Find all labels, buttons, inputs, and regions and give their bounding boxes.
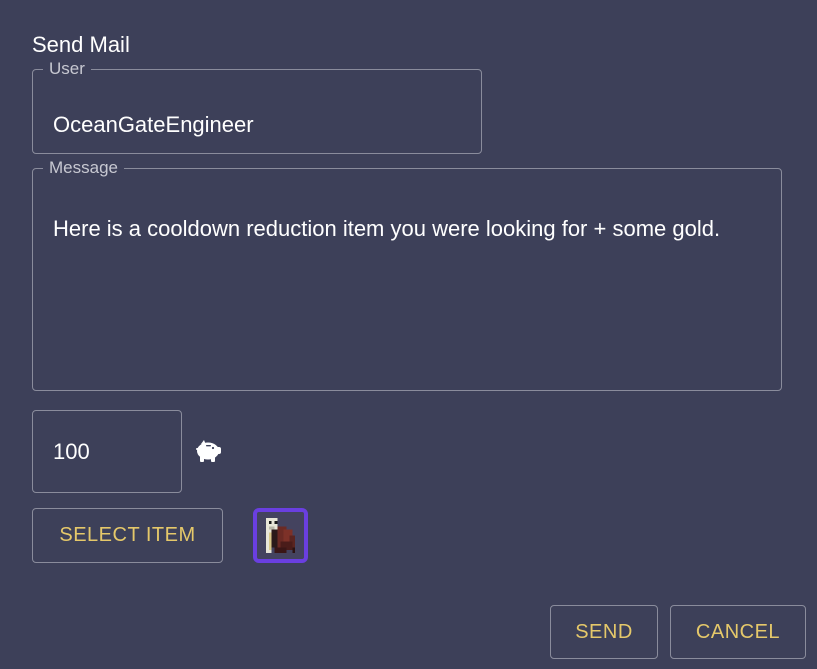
gold-amount-value[interactable]: 100 [53,439,90,465]
cancel-button[interactable]: CANCEL [670,605,806,659]
message-textarea[interactable]: Here is a cooldown reduction item you we… [53,211,753,246]
user-input[interactable]: OceanGateEngineer [53,112,254,138]
send-mail-dialog: Send Mail User OceanGateEngineer Message… [0,0,817,669]
select-item-button[interactable]: SELECT ITEM [32,508,223,563]
piggy-bank-icon [192,434,224,466]
gold-amount-input[interactable]: 100 [32,410,182,493]
cloak-item-icon [257,512,304,559]
message-field[interactable]: Message Here is a cooldown reduction ite… [32,158,782,391]
user-field[interactable]: User OceanGateEngineer [32,59,482,154]
send-button[interactable]: SEND [550,605,658,659]
message-field-label: Message [49,158,118,177]
user-field-label: User [49,59,85,78]
dialog-title: Send Mail [32,32,130,57]
selected-item-slot[interactable] [253,508,308,563]
